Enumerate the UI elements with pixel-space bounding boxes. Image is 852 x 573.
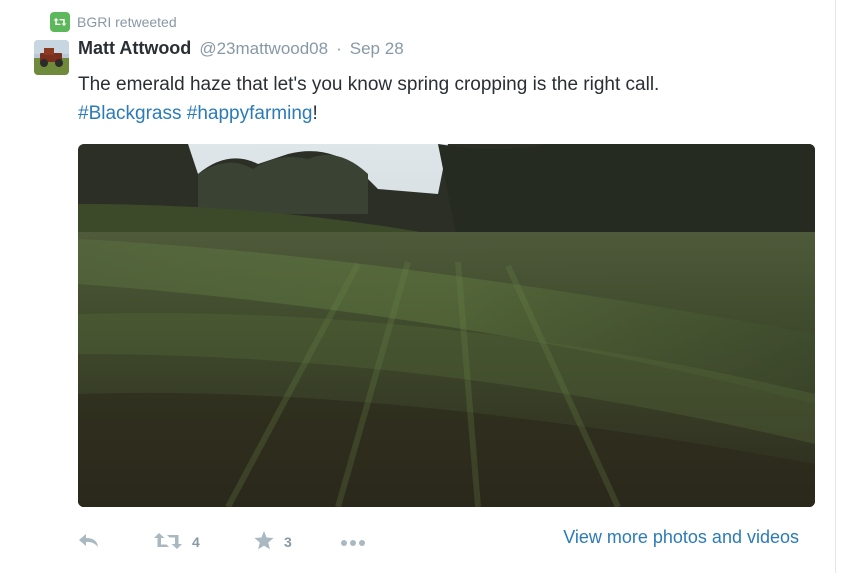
favorite-count: 3 xyxy=(284,534,292,550)
more-button[interactable] xyxy=(340,534,366,550)
tweet-text-line: The emerald haze that let's you know spr… xyxy=(78,74,660,95)
tweet-photo[interactable] xyxy=(78,144,815,507)
retweet-icon xyxy=(154,532,182,553)
tweet-text-hashtags-line: #Blackgrass #happyfarming! xyxy=(78,99,818,128)
retweet-button[interactable]: 4 xyxy=(154,532,254,553)
tweet-card[interactable]: BGRI retweeted Matt Attwood @23mattwood0… xyxy=(0,0,836,573)
fullname[interactable]: Matt Attwood xyxy=(78,38,191,59)
reply-icon xyxy=(78,533,100,552)
retweet-context-label[interactable]: BGRI retweeted xyxy=(77,14,177,30)
tweet-text: The emerald haze that let's you know spr… xyxy=(78,70,818,128)
retweet-badge-icon xyxy=(50,12,70,32)
avatar[interactable] xyxy=(34,40,69,75)
favorite-button[interactable]: 3 xyxy=(254,531,340,553)
tweet-header: Matt Attwood @23mattwood08 · Sep 28 xyxy=(78,38,404,62)
username[interactable]: @23mattwood08 xyxy=(199,39,328,59)
tweet-trailing-text: ! xyxy=(312,103,318,124)
header-separator: · xyxy=(336,39,342,58)
timestamp[interactable]: Sep 28 xyxy=(350,39,404,59)
hashtag-blackgrass[interactable]: #Blackgrass xyxy=(78,103,182,124)
reply-button[interactable] xyxy=(78,533,154,552)
more-icon xyxy=(340,534,366,550)
retweet-count: 4 xyxy=(192,534,200,550)
tweet-actions: 4 3 xyxy=(78,526,366,558)
retweet-context: BGRI retweeted xyxy=(50,12,177,32)
star-icon xyxy=(254,531,274,553)
view-more-photos-link[interactable]: View more photos and videos xyxy=(563,527,799,548)
hashtag-happyfarming[interactable]: #happyfarming xyxy=(187,103,313,124)
